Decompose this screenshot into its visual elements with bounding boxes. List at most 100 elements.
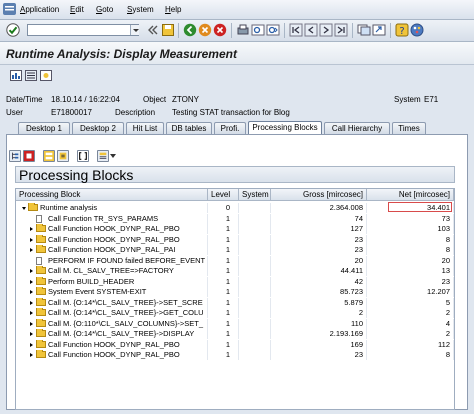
measurement-icon[interactable] bbox=[10, 70, 22, 81]
processing-block-name: Call M. {O:14*\CL_SALV_TREE}->SET_SCRE bbox=[48, 297, 203, 307]
display-source-icon[interactable] bbox=[43, 150, 55, 162]
column-header-processing-block[interactable]: Processing Block bbox=[16, 189, 208, 201]
next-page-icon[interactable] bbox=[319, 23, 333, 37]
layout-dropdown-icon[interactable] bbox=[110, 153, 116, 159]
tree-expanded-icon[interactable] bbox=[22, 207, 26, 210]
shortcut-icon[interactable] bbox=[372, 23, 386, 37]
cell-gross: 2.364.008 bbox=[271, 203, 367, 213]
brackets-icon[interactable] bbox=[77, 150, 89, 162]
processing-block-name: PERFORM IF FOUND failed BEFORE_EVENT bbox=[48, 255, 206, 265]
cell-level: 1 bbox=[208, 350, 239, 360]
tree-collapsed-icon[interactable] bbox=[30, 290, 33, 294]
menu-item-goto[interactable]: Goto bbox=[96, 5, 113, 14]
table-row[interactable]: Call M. {O:14*\CL_SALV_TREE}->SET_SCRE 1 5… bbox=[16, 297, 454, 308]
tab-times[interactable]: Times bbox=[392, 122, 426, 134]
svg-text:?: ? bbox=[399, 26, 404, 37]
cell-gross: 42 bbox=[271, 276, 367, 287]
tree-collapsed-icon[interactable] bbox=[30, 227, 33, 231]
column-header-level[interactable]: Level bbox=[208, 189, 239, 201]
previous-page-icon[interactable] bbox=[304, 23, 318, 37]
table-row[interactable]: Call M. CL_SALV_TREE=>FACTORY 1 44.411 13 bbox=[16, 266, 454, 276]
other-measurement-icon[interactable] bbox=[25, 70, 37, 81]
find-next-icon[interactable] bbox=[266, 23, 280, 37]
tree-collapsed-icon[interactable] bbox=[30, 248, 33, 252]
tree-collapsed-icon[interactable] bbox=[30, 342, 33, 347]
column-header-system[interactable]: System bbox=[239, 189, 271, 201]
tree-collapsed-icon[interactable] bbox=[30, 332, 33, 336]
tab-profi[interactable]: Profi. bbox=[214, 122, 246, 134]
tab-hit-list[interactable]: Hit List bbox=[126, 122, 164, 134]
table-row[interactable]: Call M. {O:110*\CL_SALV_COLUMNS}->SET_ 1 1… bbox=[16, 318, 454, 329]
create-session-icon[interactable] bbox=[357, 23, 371, 37]
menu-item-edit[interactable]: Edit bbox=[70, 5, 84, 14]
first-page-icon[interactable] bbox=[289, 23, 303, 37]
layout-icon[interactable] bbox=[410, 23, 424, 37]
expand-subtree-icon[interactable] bbox=[9, 150, 21, 162]
print-icon[interactable] bbox=[236, 23, 250, 37]
tab-desktop-1[interactable]: Desktop 1 bbox=[18, 122, 70, 134]
datetime-label: Date/Time bbox=[6, 95, 43, 104]
cell-system bbox=[239, 308, 271, 318]
tips-icon[interactable] bbox=[40, 70, 52, 81]
command-field-dropdown[interactable] bbox=[130, 25, 139, 35]
menu-item-system[interactable]: System bbox=[127, 5, 154, 14]
table-row[interactable]: Call Function HOOK_DYNP_RAL_PAI 1 23 8 bbox=[16, 245, 454, 255]
tree-collapsed-icon[interactable] bbox=[30, 321, 33, 326]
processing-block-name: Call Function TR_SYS_PARAMS bbox=[48, 213, 159, 223]
menu-item-application[interactable]: Application bbox=[20, 5, 59, 14]
sap-menu-icon[interactable] bbox=[3, 3, 16, 15]
table-row[interactable]: PERFORM IF FOUND failed BEFORE_EVENT 1 20 2… bbox=[16, 255, 454, 266]
page-title: Runtime Analysis: Display Measurement bbox=[6, 47, 237, 61]
tab-call-hierarchy[interactable]: Call Hierarchy bbox=[324, 122, 390, 134]
last-page-icon[interactable] bbox=[334, 23, 348, 37]
table-row[interactable]: Call Function HOOK_DYNP_RAL_PBO 1 169 112 bbox=[16, 339, 454, 350]
display-details-icon[interactable] bbox=[57, 150, 69, 162]
tab-db-tables[interactable]: DB tables bbox=[166, 122, 212, 134]
tree-collapsed-icon[interactable] bbox=[30, 300, 33, 305]
tree-collapsed-icon[interactable] bbox=[30, 353, 33, 357]
cell-net: 23 bbox=[367, 276, 454, 287]
table-row[interactable]: Call M. {O:14*\CL_SALV_TREE}->DISPLAY 1 2.… bbox=[16, 329, 454, 339]
cell-processing-block: Call M. {O:110*\CL_SALV_COLUMNS}->SET_ bbox=[16, 318, 208, 329]
layout-select-icon[interactable] bbox=[97, 150, 109, 162]
table-row[interactable]: Call Function HOOK_DYNP_RAL_PBO 1 23 8 bbox=[16, 350, 454, 360]
folder-icon bbox=[36, 276, 46, 285]
table-row[interactable]: Call Function HOOK_DYNP_RAL_PBO 1 127 103 bbox=[16, 224, 454, 234]
folder-icon bbox=[36, 245, 46, 253]
tab-desktop-2[interactable]: Desktop 2 bbox=[72, 122, 124, 134]
table-row[interactable]: Call Function TR_SYS_PARAMS 1 74 73 bbox=[16, 213, 454, 224]
table-row[interactable]: Call Function HOOK_DYNP_RAL_PBO 1 23 8 bbox=[16, 234, 454, 245]
cell-net: 2 bbox=[367, 329, 454, 339]
table-row[interactable]: Perform BUILD_HEADER 1 42 23 bbox=[16, 276, 454, 287]
cell-level: 1 bbox=[208, 234, 239, 245]
cell-processing-block: Call M. {O:14*\CL_SALV_TREE}->SET_SCRE bbox=[16, 297, 208, 308]
tree-collapsed-icon[interactable] bbox=[30, 311, 33, 315]
tree-collapsed-icon[interactable] bbox=[30, 279, 33, 284]
table-row[interactable]: Call M. {O:14*\CL_SALV_TREE}->GET_COLU 1 2… bbox=[16, 308, 454, 318]
command-field[interactable] bbox=[27, 24, 139, 36]
processing-block-name: Call Function HOOK_DYNP_RAL_PAI bbox=[48, 245, 176, 254]
tree-collapsed-icon[interactable] bbox=[30, 269, 33, 273]
column-header-net[interactable]: Net [mircosec] bbox=[367, 189, 454, 201]
collapse-subtree-icon[interactable] bbox=[23, 150, 35, 162]
toolbar-separator bbox=[178, 23, 179, 38]
double-left-icon[interactable] bbox=[146, 23, 160, 37]
back-icon[interactable] bbox=[183, 23, 197, 37]
find-icon[interactable] bbox=[251, 23, 265, 37]
standard-toolbar: ? bbox=[0, 20, 474, 42]
cell-net: 5 bbox=[367, 297, 454, 308]
cell-processing-block: Call Function HOOK_DYNP_RAL_PBO bbox=[16, 234, 208, 245]
header-fields: Date/Time 18.10.14 / 16:22:04 Object ZTO… bbox=[0, 90, 474, 120]
exit-icon[interactable] bbox=[198, 23, 212, 37]
table-row[interactable]: System Event SYSTEM-EXIT 1 85.723 12.207 bbox=[16, 287, 454, 297]
cancel-icon[interactable] bbox=[213, 23, 227, 37]
help-icon[interactable]: ? bbox=[395, 23, 409, 37]
cell-level: 1 bbox=[208, 329, 239, 339]
column-header-gross[interactable]: Gross [mircosec] bbox=[271, 189, 367, 201]
save-icon[interactable] bbox=[161, 23, 175, 37]
tree-collapsed-icon[interactable] bbox=[30, 237, 33, 242]
folder-icon bbox=[36, 350, 46, 358]
menu-item-help[interactable]: Help bbox=[165, 5, 181, 14]
enter-icon[interactable] bbox=[6, 23, 20, 37]
tab-processing-blocks[interactable]: Processing Blocks bbox=[248, 121, 322, 135]
